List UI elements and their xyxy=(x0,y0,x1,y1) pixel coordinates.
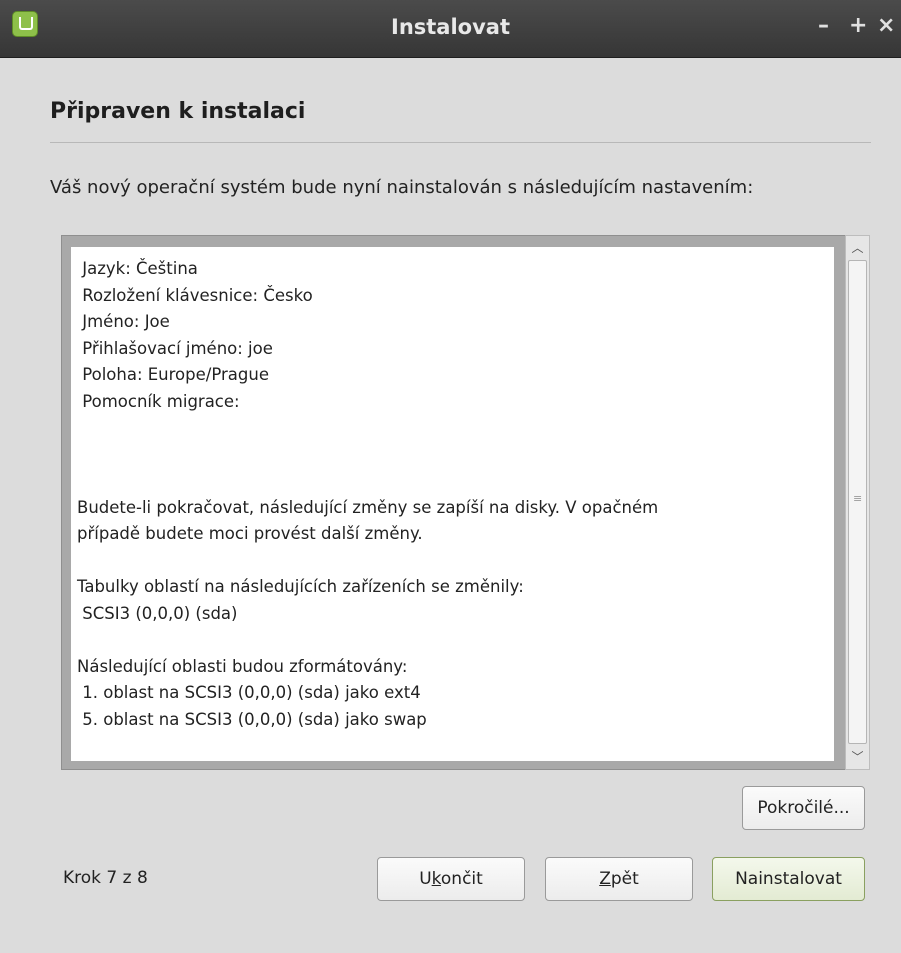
back-button[interactable]: Zpět xyxy=(545,857,693,901)
quit-button[interactable]: Ukončit xyxy=(377,857,525,901)
install-button[interactable]: Nainstalovat xyxy=(712,857,865,901)
advanced-button[interactable]: Pokročilé... xyxy=(742,786,865,830)
back-mnemonic: Z xyxy=(599,869,611,889)
grip-icon: ≡ xyxy=(853,492,863,505)
quit-label-post: ončit xyxy=(440,869,483,889)
intro-text: Váš nový operační systém bude nyní nains… xyxy=(50,177,754,198)
minimize-button[interactable]: – xyxy=(818,14,829,38)
step-indicator: Krok 7 z 8 xyxy=(63,868,148,888)
summary-scrollbar[interactable]: ︿ ≡ ﹀ xyxy=(845,235,870,770)
scroll-down-icon[interactable]: ﹀ xyxy=(847,746,868,768)
page-title: Připraven k instalaci xyxy=(50,99,306,124)
quit-mnemonic: k xyxy=(431,869,441,889)
summary-box[interactable]: Jazyk: Čeština Rozložení klávesnice: Čes… xyxy=(61,235,870,770)
summary-text: Jazyk: Čeština Rozložení klávesnice: Čes… xyxy=(77,259,659,729)
window-title: Instalovat xyxy=(391,15,510,39)
scroll-up-icon[interactable]: ︿ xyxy=(847,237,868,259)
title-bar[interactable]: Instalovat – + × xyxy=(0,0,901,58)
close-button[interactable]: × xyxy=(877,14,895,38)
maximize-button[interactable]: + xyxy=(849,14,867,38)
divider xyxy=(50,142,871,143)
summary-viewport: Jazyk: Čeština Rozložení klávesnice: Čes… xyxy=(71,247,834,761)
scrollbar-thumb[interactable]: ≡ xyxy=(848,260,867,744)
back-label-post: pět xyxy=(610,869,639,889)
quit-label-pre: U xyxy=(419,869,432,889)
